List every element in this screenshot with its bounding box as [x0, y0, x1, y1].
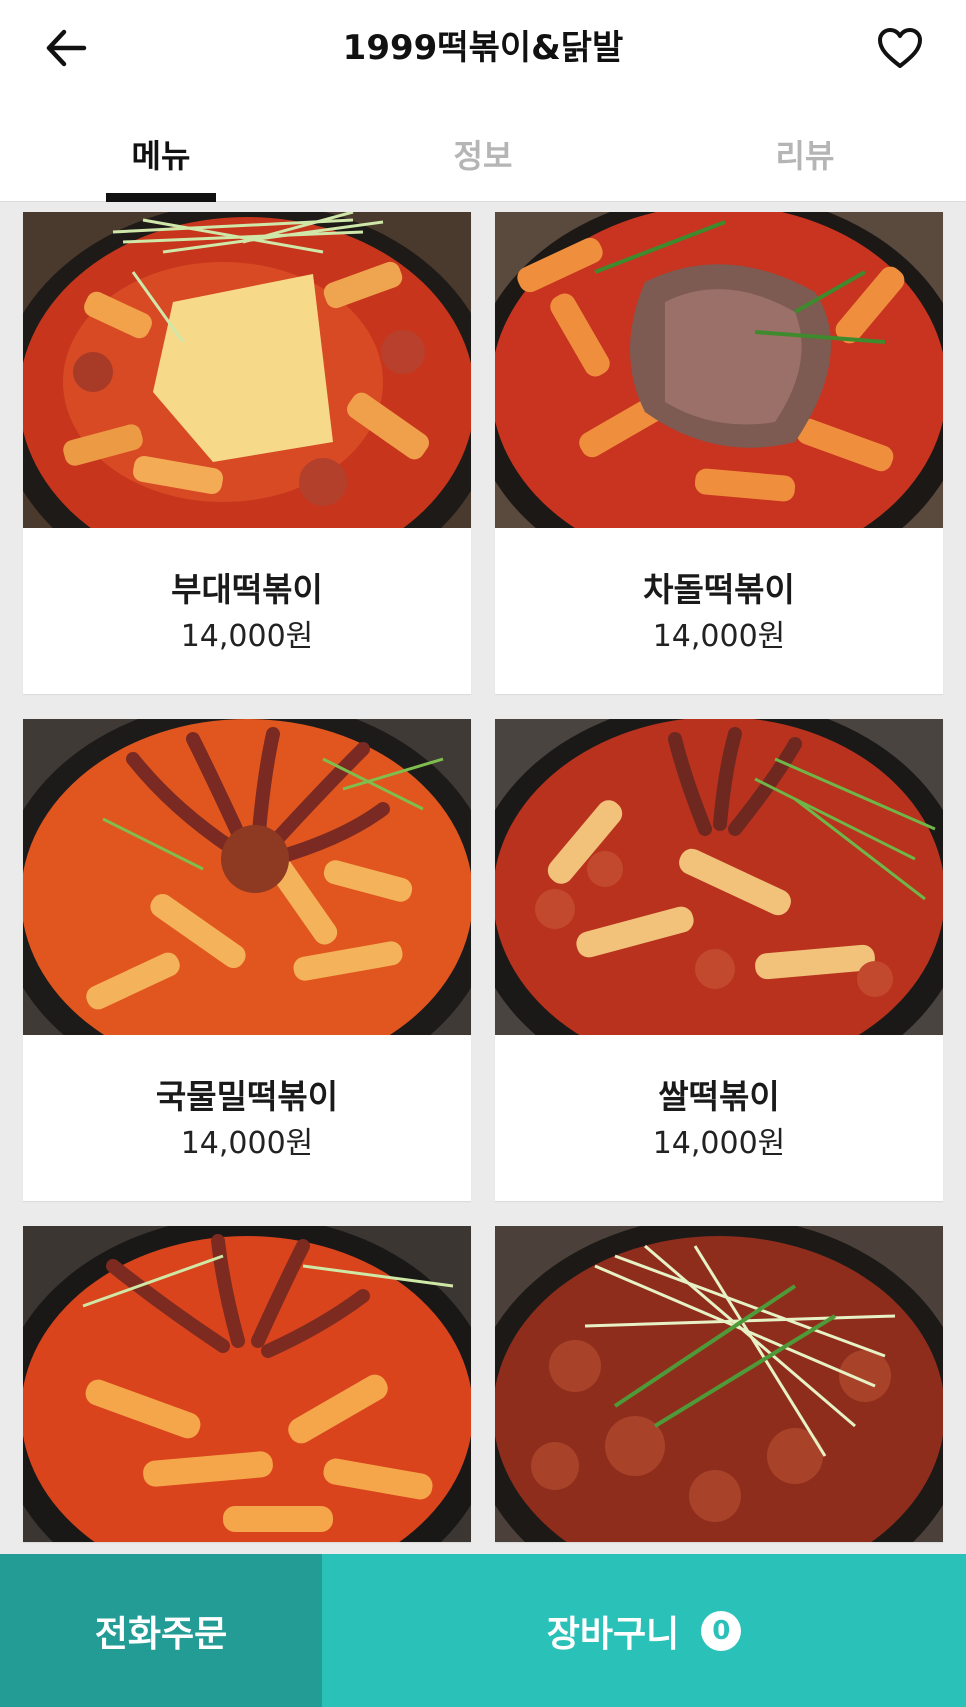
menu-grid: 부대떡볶이 14,000원 차돌떡볶이 14,000원 국물밀떡볶이 14,00…: [0, 202, 966, 1554]
menu-item-name: 차돌떡볶이: [643, 570, 795, 609]
menu-card[interactable]: 국물밀떡볶이 14,000원: [23, 719, 471, 1201]
cart-count-badge: 0: [701, 1610, 742, 1651]
menu-item-photo: [495, 719, 943, 1035]
bottom-action-bar: 전화주문 장바구니 0: [0, 1554, 966, 1707]
menu-item-name: 부대떡볶이: [171, 570, 323, 609]
tab-info[interactable]: 정보: [322, 118, 644, 202]
heart-outline-icon: [878, 28, 922, 68]
menu-item-name: 국물밀떡볶이: [155, 1077, 339, 1116]
favorite-button[interactable]: [870, 18, 930, 78]
back-button[interactable]: [36, 18, 96, 78]
menu-item-price: 14,000원: [180, 619, 314, 654]
menu-item-photo: [495, 212, 943, 528]
menu-card[interactable]: [23, 1226, 471, 1542]
menu-item-price: 14,000원: [652, 619, 786, 654]
tab-menu-label: 메뉴: [131, 137, 191, 175]
tab-info-label: 정보: [453, 137, 513, 175]
menu-item-price: 14,000원: [652, 1126, 786, 1161]
menu-item-name: 쌀떡볶이: [658, 1077, 780, 1116]
menu-card[interactable]: 부대떡볶이 14,000원: [23, 212, 471, 694]
phone-order-label: 전화주문: [94, 1613, 228, 1655]
menu-item-photo: [23, 1226, 471, 1542]
menu-item-photo: [495, 1226, 943, 1542]
tab-review-label: 리뷰: [775, 137, 835, 175]
cart-button[interactable]: 장바구니 0: [322, 1554, 966, 1707]
tab-bar: 메뉴 정보 리뷰: [0, 118, 966, 202]
menu-card[interactable]: 차돌떡볶이 14,000원: [495, 212, 943, 694]
menu-card[interactable]: 쌀떡볶이 14,000원: [495, 719, 943, 1201]
store-title: 1999떡볶이&닭발: [342, 28, 624, 68]
menu-card[interactable]: [495, 1226, 943, 1542]
cart-label: 장바구니: [546, 1613, 680, 1655]
tab-review[interactable]: 리뷰: [644, 118, 966, 202]
menu-item-price: 14,000원: [180, 1126, 314, 1161]
menu-item-photo: [23, 719, 471, 1035]
menu-item-photo: [23, 212, 471, 528]
active-tab-indicator: [106, 193, 216, 202]
arrow-left-icon: [46, 29, 87, 67]
tab-menu[interactable]: 메뉴: [0, 118, 322, 202]
phone-order-button[interactable]: 전화주문: [0, 1554, 322, 1707]
app-header: 1999떡볶이&닭발 메뉴 정보 리뷰: [0, 0, 966, 202]
